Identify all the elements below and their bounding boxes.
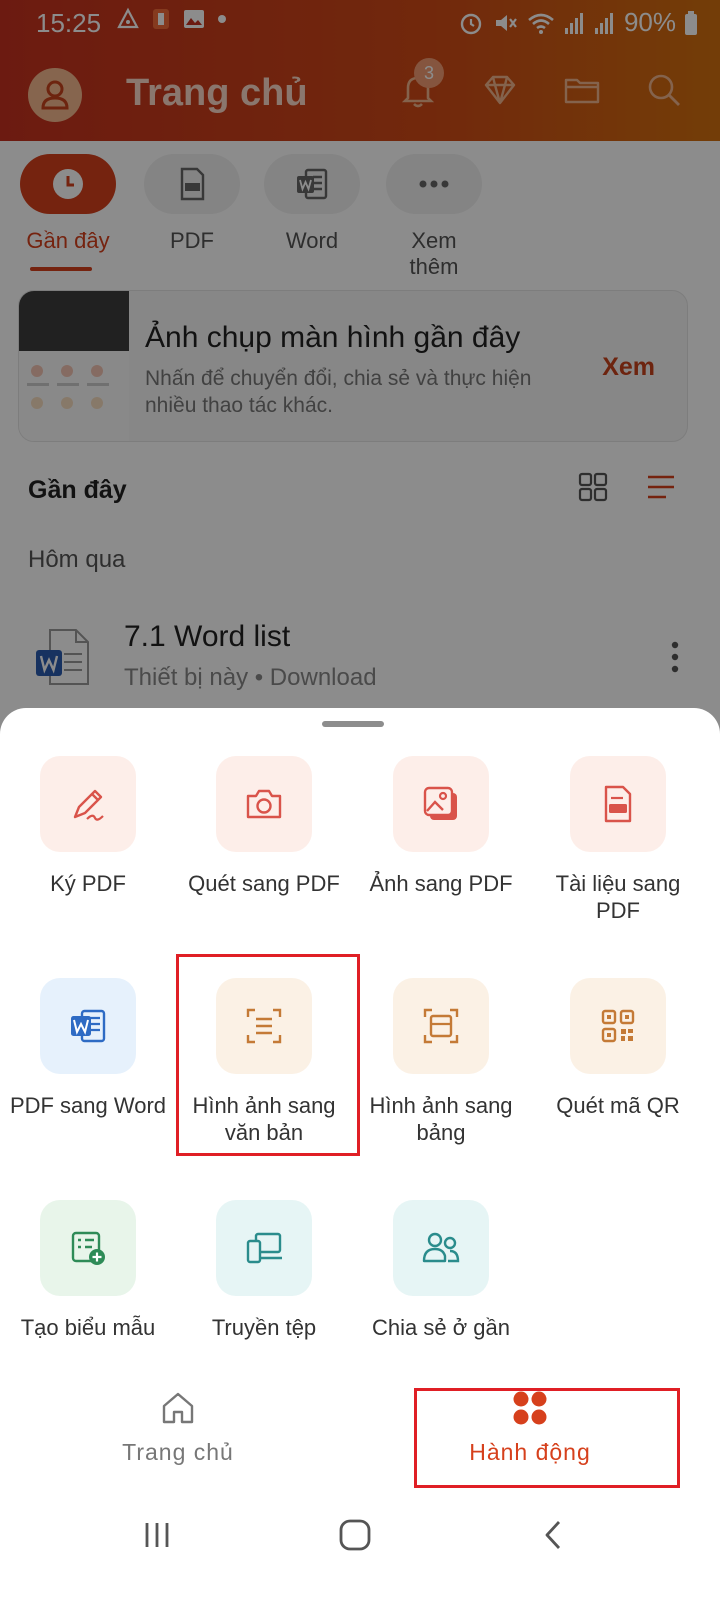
action-tile <box>216 756 312 852</box>
nav-label: Hành động <box>469 1439 591 1465</box>
action-tile <box>393 756 489 852</box>
action-label: Truyền tệp <box>211 1315 317 1340</box>
action-label: Ký PDF <box>50 871 126 896</box>
action-tile <box>216 1200 312 1296</box>
action-sign-pdf[interactable]: Ký PDF <box>0 756 176 897</box>
highlight-box-image-to-text <box>176 954 360 1156</box>
action-scan-qr[interactable]: Quét mã QR <box>530 978 706 1119</box>
action-label: Tạo biểu mẫu <box>20 1315 156 1340</box>
action-tile <box>40 978 136 1074</box>
qr-code-icon <box>601 1009 635 1043</box>
action-tile <box>40 1200 136 1296</box>
nav-label: Trang chủ <box>122 1439 234 1465</box>
action-label: Hình ảnh sang bảng <box>369 1093 513 1145</box>
action-label: Quét mã QR <box>556 1093 680 1118</box>
table-scan-icon <box>423 1008 459 1044</box>
action-tile <box>393 978 489 1074</box>
action-pdf-to-word[interactable]: PDF sang Word <box>0 978 176 1119</box>
action-nearby-share[interactable]: Chia sẻ ở gần <box>353 1200 529 1341</box>
action-transfer-files[interactable]: Truyền tệp <box>176 1200 352 1341</box>
image-icon <box>423 786 457 820</box>
camera-icon <box>246 789 282 819</box>
action-label: PDF sang Word <box>9 1093 167 1118</box>
word-icon <box>71 1009 106 1043</box>
back-icon[interactable] <box>538 1518 568 1552</box>
nav-actions[interactable]: Hành động <box>400 1388 660 1466</box>
pdf-doc-icon <box>604 785 632 823</box>
people-icon <box>422 1232 460 1263</box>
signature-icon <box>73 789 104 821</box>
devices-icon <box>246 1232 282 1264</box>
actions-bottom-sheet: Ký PDF Quét sang PDF Ảnh sang PDF Tài li… <box>0 708 720 1600</box>
action-tile <box>570 756 666 852</box>
nav-home[interactable]: Trang chủ <box>48 1388 308 1466</box>
home-button-icon[interactable] <box>338 1518 372 1552</box>
form-add-icon <box>71 1231 105 1265</box>
action-scan-to-pdf[interactable]: Quét sang PDF <box>176 756 352 897</box>
action-image-to-pdf[interactable]: Ảnh sang PDF <box>353 756 529 897</box>
action-document-to-pdf[interactable]: Tài liệu sang PDF <box>530 756 706 924</box>
action-create-form[interactable]: Tạo biểu mẫu <box>0 1200 176 1341</box>
bottom-navigation: Trang chủ Hành động <box>0 1388 720 1498</box>
action-label: Quét sang PDF <box>188 871 340 896</box>
action-tile <box>570 978 666 1074</box>
action-tile <box>40 756 136 852</box>
system-navigation-bar <box>0 1498 720 1600</box>
action-image-to-table[interactable]: Hình ảnh sang bảng <box>353 978 529 1146</box>
action-label: Ảnh sang PDF <box>369 871 513 896</box>
action-label: Chia sẻ ở gần <box>372 1315 510 1340</box>
drag-handle[interactable] <box>322 721 384 727</box>
recent-apps-icon[interactable] <box>142 1520 172 1550</box>
action-label: Tài liệu sang PDF <box>555 871 681 923</box>
home-icon <box>162 1392 194 1424</box>
action-tile <box>393 1200 489 1296</box>
actions-grid-icon <box>513 1391 547 1425</box>
